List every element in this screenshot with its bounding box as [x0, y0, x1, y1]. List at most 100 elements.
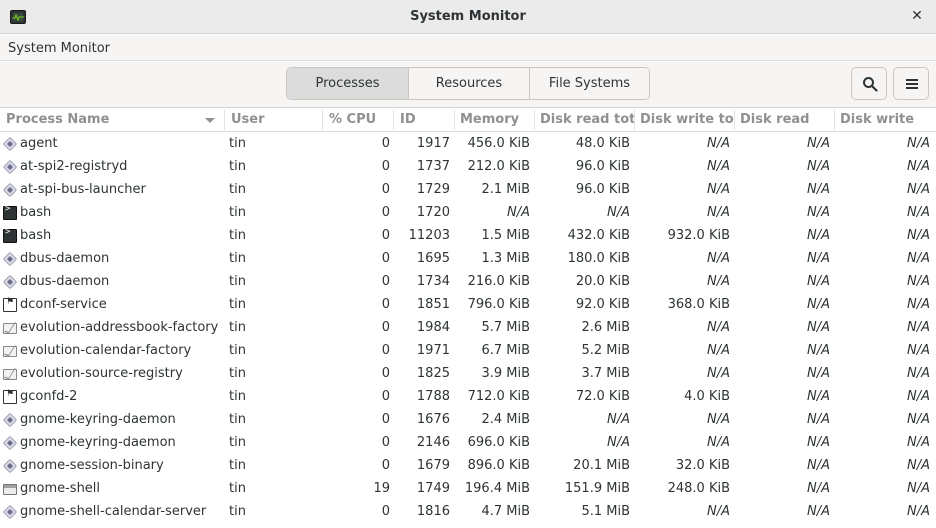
- cell-disk-write-total: N/A: [707, 412, 730, 427]
- cell-disk-write: N/A: [907, 389, 930, 404]
- cell-pid: 1679: [416, 458, 450, 473]
- table-row[interactable]: bash tin 0 11203 1.5 MiB 432.0 KiB 932.0 KiB N/…: [0, 225, 936, 248]
- cell-disk-read: N/A: [807, 205, 830, 220]
- search-button[interactable]: [851, 67, 887, 100]
- table-row[interactable]: gnome-keyring-daemon tin 0 2146 696.0 KiB N/A…: [0, 432, 936, 455]
- table-row[interactable]: dconf-service tin 0 1851 796.0 KiB 92.0 KiB 36…: [0, 294, 936, 317]
- cell-user: tin: [229, 228, 246, 243]
- table-row[interactable]: gnome-shell-calendar-server tin 0 1816 4.7 M…: [0, 501, 936, 524]
- tab-processes[interactable]: Processes: [287, 68, 408, 99]
- table-row[interactable]: evolution-addressbook-factory tin 0 1984 5.7…: [0, 317, 936, 340]
- cell-memory: 712.0 KiB: [467, 389, 530, 404]
- column-header-process-name[interactable]: Process Name: [6, 112, 201, 127]
- cell-disk-read: N/A: [807, 389, 830, 404]
- column-header-disk-write-total[interactable]: Disk write to: [640, 112, 735, 127]
- cell-process-name: at-spi-bus-launcher: [20, 182, 146, 197]
- cell-disk-write-total: 4.0 KiB: [684, 389, 730, 404]
- column-header-disk-read-total[interactable]: Disk read tot: [540, 112, 635, 127]
- cell-disk-write-total: N/A: [707, 343, 730, 358]
- column-separator: [534, 110, 535, 130]
- sort-descending-icon: [205, 118, 215, 123]
- cell-pid: 1720: [416, 205, 450, 220]
- cell-cpu: 0: [381, 435, 390, 450]
- cell-disk-read: N/A: [807, 343, 830, 358]
- cell-disk-read-total: N/A: [607, 205, 630, 220]
- gear-process-icon: [2, 136, 18, 152]
- cell-pid: 1729: [416, 182, 450, 197]
- close-icon[interactable]: ✕: [908, 7, 926, 25]
- cell-user: tin: [229, 320, 246, 335]
- table-row[interactable]: evolution-calendar-factory tin 0 1971 6.7 Mi…: [0, 340, 936, 363]
- cell-pid: 1695: [416, 251, 450, 266]
- table-row[interactable]: at-spi2-registryd tin 0 1737 212.0 KiB 96.0 K…: [0, 156, 936, 179]
- table-row[interactable]: at-spi-bus-launcher tin 0 1729 2.1 MiB 96.0 K…: [0, 179, 936, 202]
- cell-process-name: bash: [20, 205, 52, 220]
- cell-disk-read: N/A: [807, 251, 830, 266]
- cell-user: tin: [229, 274, 246, 289]
- cell-disk-read-total: 5.1 MiB: [581, 504, 630, 519]
- cell-process-name: gnome-shell-calendar-server: [20, 504, 207, 519]
- column-header-disk-write[interactable]: Disk write: [840, 112, 930, 127]
- table-row[interactable]: evolution-source-registry tin 0 1825 3.9 MiB…: [0, 363, 936, 386]
- cell-cpu: 0: [381, 251, 390, 266]
- cell-memory: 6.7 MiB: [481, 343, 530, 358]
- cell-user: tin: [229, 251, 246, 266]
- cell-memory: 696.0 KiB: [467, 435, 530, 450]
- cell-disk-write-total: 932.0 KiB: [667, 228, 730, 243]
- cell-disk-write-total: N/A: [707, 504, 730, 519]
- column-header-user[interactable]: User: [231, 112, 321, 127]
- cell-disk-write-total: N/A: [707, 159, 730, 174]
- cell-pid: 1984: [416, 320, 450, 335]
- column-header-id[interactable]: ID: [400, 112, 452, 127]
- cell-process-name: dconf-service: [20, 297, 107, 312]
- cell-process-name: at-spi2-registryd: [20, 159, 128, 174]
- column-header-cpu[interactable]: % CPU: [329, 112, 391, 127]
- main-menu-button[interactable]: [893, 67, 929, 100]
- cell-memory: 1.3 MiB: [481, 251, 530, 266]
- table-row[interactable]: gnome-session-binary tin 0 1679 896.0 KiB 20.…: [0, 455, 936, 478]
- title-bar: System Monitor ✕: [0, 0, 936, 34]
- column-header-disk-read[interactable]: Disk read: [740, 112, 830, 127]
- cell-disk-read-total: 3.7 MiB: [581, 366, 630, 381]
- app-menu-system-monitor[interactable]: System Monitor: [8, 41, 110, 56]
- cell-pid: 1734: [416, 274, 450, 289]
- cell-cpu: 0: [381, 320, 390, 335]
- cell-disk-read: N/A: [807, 182, 830, 197]
- table-row[interactable]: bash tin 0 1720 N/A N/A N/A N/A N/A: [0, 202, 936, 225]
- cell-disk-read: N/A: [807, 412, 830, 427]
- cell-disk-write: N/A: [907, 159, 930, 174]
- cell-pid: 11203: [408, 228, 450, 243]
- cell-disk-write-total: N/A: [707, 366, 730, 381]
- cell-disk-write-total: N/A: [707, 435, 730, 450]
- cell-cpu: 19: [373, 481, 390, 496]
- cell-user: tin: [229, 504, 246, 519]
- cell-user: tin: [229, 159, 246, 174]
- table-row[interactable]: agent tin 0 1917 456.0 KiB 48.0 KiB N/A N/A N/A: [0, 133, 936, 156]
- table-row[interactable]: dbus-daemon tin 0 1734 216.0 KiB 20.0 KiB N/A N…: [0, 271, 936, 294]
- table-row[interactable]: dbus-daemon tin 0 1695 1.3 MiB 180.0 KiB N/A N/…: [0, 248, 936, 271]
- window-icon: [3, 484, 17, 495]
- column-header-memory[interactable]: Memory: [460, 112, 534, 127]
- cell-memory: 896.0 KiB: [467, 458, 530, 473]
- cell-memory: 456.0 KiB: [467, 136, 530, 151]
- cell-disk-write-total: N/A: [707, 182, 730, 197]
- table-row[interactable]: gconfd-2 tin 0 1788 712.0 KiB 72.0 KiB 4.0 KiB…: [0, 386, 936, 409]
- tab-file-systems[interactable]: File Systems: [529, 68, 649, 99]
- cell-process-name: evolution-addressbook-factory: [20, 320, 219, 335]
- cell-disk-write-total: 32.0 KiB: [675, 458, 730, 473]
- cell-user: tin: [229, 205, 246, 220]
- cell-user: tin: [229, 366, 246, 381]
- cell-disk-write: N/A: [907, 136, 930, 151]
- table-row[interactable]: gnome-keyring-daemon tin 0 1676 2.4 MiB N/A N/…: [0, 409, 936, 432]
- envelope-icon: [3, 369, 17, 380]
- tab-resources[interactable]: Resources: [408, 68, 529, 99]
- cell-user: tin: [229, 343, 246, 358]
- table-row[interactable]: gnome-shell tin 19 1749 196.4 MiB 151.9 MiB 24…: [0, 478, 936, 501]
- cell-disk-write-total: N/A: [707, 136, 730, 151]
- gear-process-icon: [2, 159, 18, 175]
- cell-disk-read-total: 151.9 MiB: [564, 481, 630, 496]
- cell-process-name: gnome-shell: [20, 481, 101, 496]
- cell-memory: 196.4 MiB: [464, 481, 530, 496]
- cell-disk-write-total: 368.0 KiB: [667, 297, 730, 312]
- cell-cpu: 0: [381, 297, 390, 312]
